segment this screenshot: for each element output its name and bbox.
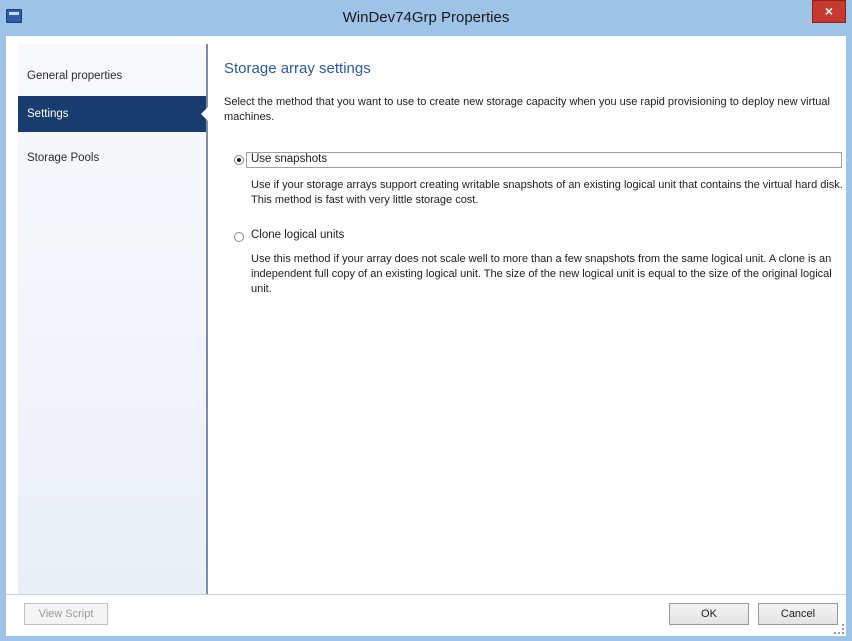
- focus-outline: [246, 152, 842, 168]
- view-script-button[interactable]: View Script: [24, 603, 108, 625]
- cancel-button[interactable]: Cancel: [758, 603, 838, 625]
- description-use-snapshots: Use if your storage arrays support creat…: [251, 179, 843, 206]
- page-title: Storage array settings: [224, 60, 371, 77]
- radio-use-snapshots[interactable]: [234, 155, 244, 165]
- label-clone-logical-units[interactable]: Clone logical units: [251, 229, 344, 241]
- label-use-snapshots[interactable]: Use snapshots: [251, 153, 327, 165]
- radio-clone-logical-units[interactable]: [234, 232, 244, 242]
- sidebar-item-storage-pools[interactable]: Storage Pools: [18, 140, 206, 176]
- title-bar[interactable]: WinDev74Grp Properties ×: [0, 0, 852, 36]
- properties-dialog: WinDev74Grp Properties × General propert…: [0, 0, 852, 641]
- intro-text: Select the method that you want to use t…: [224, 96, 830, 123]
- sidebar-item-settings[interactable]: Settings: [18, 96, 208, 132]
- ok-button[interactable]: OK: [669, 603, 749, 625]
- dialog-footer: View Script OK Cancel: [6, 594, 846, 636]
- resize-grip[interactable]: [834, 624, 844, 634]
- description-clone-logical-units: Use this method if your array does not s…: [251, 253, 832, 295]
- window-title: WinDev74Grp Properties: [342, 9, 510, 26]
- sidebar: General properties Settings Storage Pool…: [18, 44, 208, 594]
- sidebar-item-general-properties[interactable]: General properties: [18, 58, 206, 94]
- close-button[interactable]: ×: [812, 0, 846, 23]
